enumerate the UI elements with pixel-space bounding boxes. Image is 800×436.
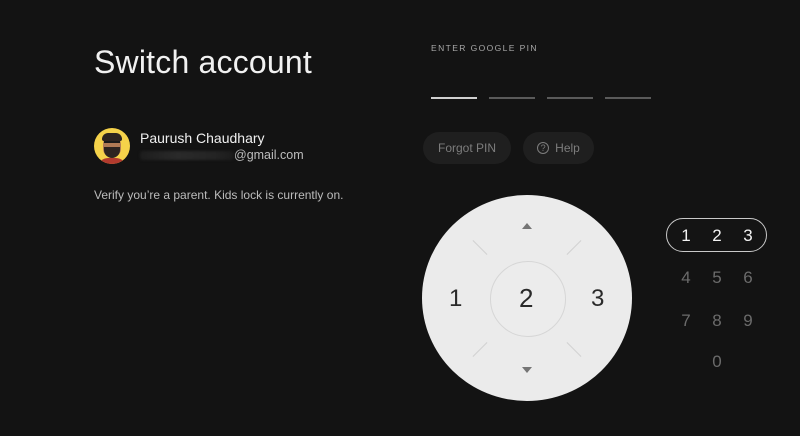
digit-1[interactable]: 1 — [676, 226, 696, 246]
digit-4[interactable]: 4 — [676, 268, 696, 288]
pin-slot — [431, 97, 477, 99]
help-label: Help — [555, 141, 580, 155]
dial-divider — [566, 342, 582, 357]
forgot-pin-button[interactable]: Forgot PIN — [423, 132, 511, 164]
help-button[interactable]: ? Help — [523, 132, 594, 164]
forgot-pin-label: Forgot PIN — [437, 141, 497, 155]
digit-6[interactable]: 6 — [738, 268, 758, 288]
digit-0[interactable]: 0 — [707, 352, 727, 372]
digit-5[interactable]: 5 — [707, 268, 727, 288]
dial-left-digit[interactable]: 1 — [449, 285, 462, 313]
account-row: Paurush Chaudhary @gmail.com — [94, 128, 304, 164]
email-domain: @gmail.com — [234, 147, 304, 162]
dial-divider — [472, 240, 488, 255]
dial-divider — [566, 240, 582, 255]
digit-3[interactable]: 3 — [738, 226, 758, 246]
pin-slots — [431, 97, 651, 99]
page-title: Switch account — [94, 44, 313, 80]
pin-label: ENTER GOOGLE PIN — [431, 43, 538, 53]
digit-2[interactable]: 2 — [707, 226, 727, 246]
avatar — [94, 128, 130, 164]
account-name: Paurush Chaudhary — [140, 129, 265, 146]
email-redacted — [140, 150, 234, 160]
help-icon: ? — [537, 142, 550, 154]
digit-7[interactable]: 7 — [676, 311, 696, 331]
digit-9[interactable]: 9 — [738, 311, 758, 331]
verify-message: Verify you’re a parent. Kids lock is cur… — [94, 188, 344, 202]
pin-slot — [605, 97, 651, 99]
dial-right-digit[interactable]: 3 — [591, 285, 604, 313]
avatar-beard — [104, 147, 120, 158]
pin-slot — [489, 97, 535, 99]
account-email: @gmail.com — [140, 147, 304, 164]
dial-divider — [472, 342, 488, 357]
arrow-up-icon[interactable] — [522, 223, 532, 229]
dpad-dial[interactable]: 1 2 3 — [422, 195, 632, 401]
switch-account-screen: Switch account Paurush Chaudhary @gmail.… — [0, 0, 800, 436]
account-text: Paurush Chaudhary @gmail.com — [140, 129, 304, 164]
dial-center-digit[interactable]: 2 — [519, 283, 533, 314]
avatar-glasses — [104, 141, 120, 145]
arrow-down-icon[interactable] — [522, 367, 532, 373]
pin-slot — [547, 97, 593, 99]
digit-8[interactable]: 8 — [707, 311, 727, 331]
avatar-hair — [102, 133, 122, 141]
avatar-shirt — [98, 158, 126, 164]
